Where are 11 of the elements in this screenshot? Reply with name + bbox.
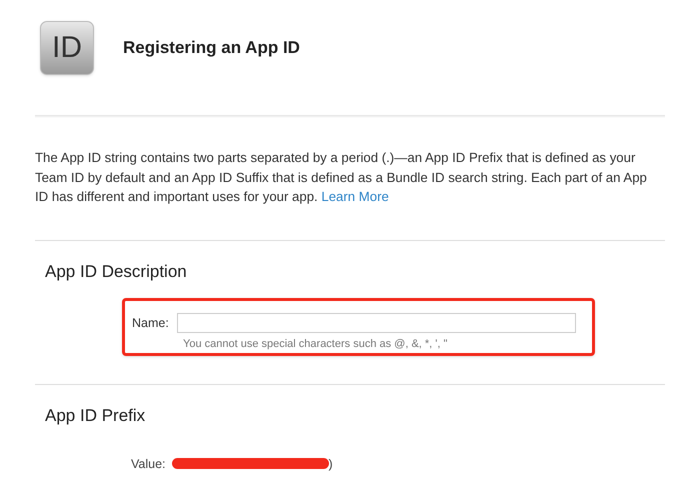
section-heading: App ID Prefix [45, 405, 146, 427]
prefix-value: ) [328, 456, 333, 473]
value-label: Value: [131, 456, 166, 472]
learn-more-link[interactable]: Learn More [321, 189, 389, 204]
name-hint: You cannot use special characters such as @, &, *, ', " [183, 337, 448, 352]
name-field[interactable] [176, 313, 576, 333]
intro-paragraph: The App ID string contains two parts separated by a period (.)—an App ID Prefix that is defined as your Team ID by default and an App ID Suffix that is defined as a Bundle ID search string. Each part of an App ID has different and important uses for your app. Learn More [35, 149, 648, 206]
page-title: Registering an App ID [123, 36, 300, 59]
name-label: Name: [132, 314, 169, 332]
section-heading: App ID Description [45, 260, 187, 282]
id-app-icon: ID [40, 20, 94, 74]
